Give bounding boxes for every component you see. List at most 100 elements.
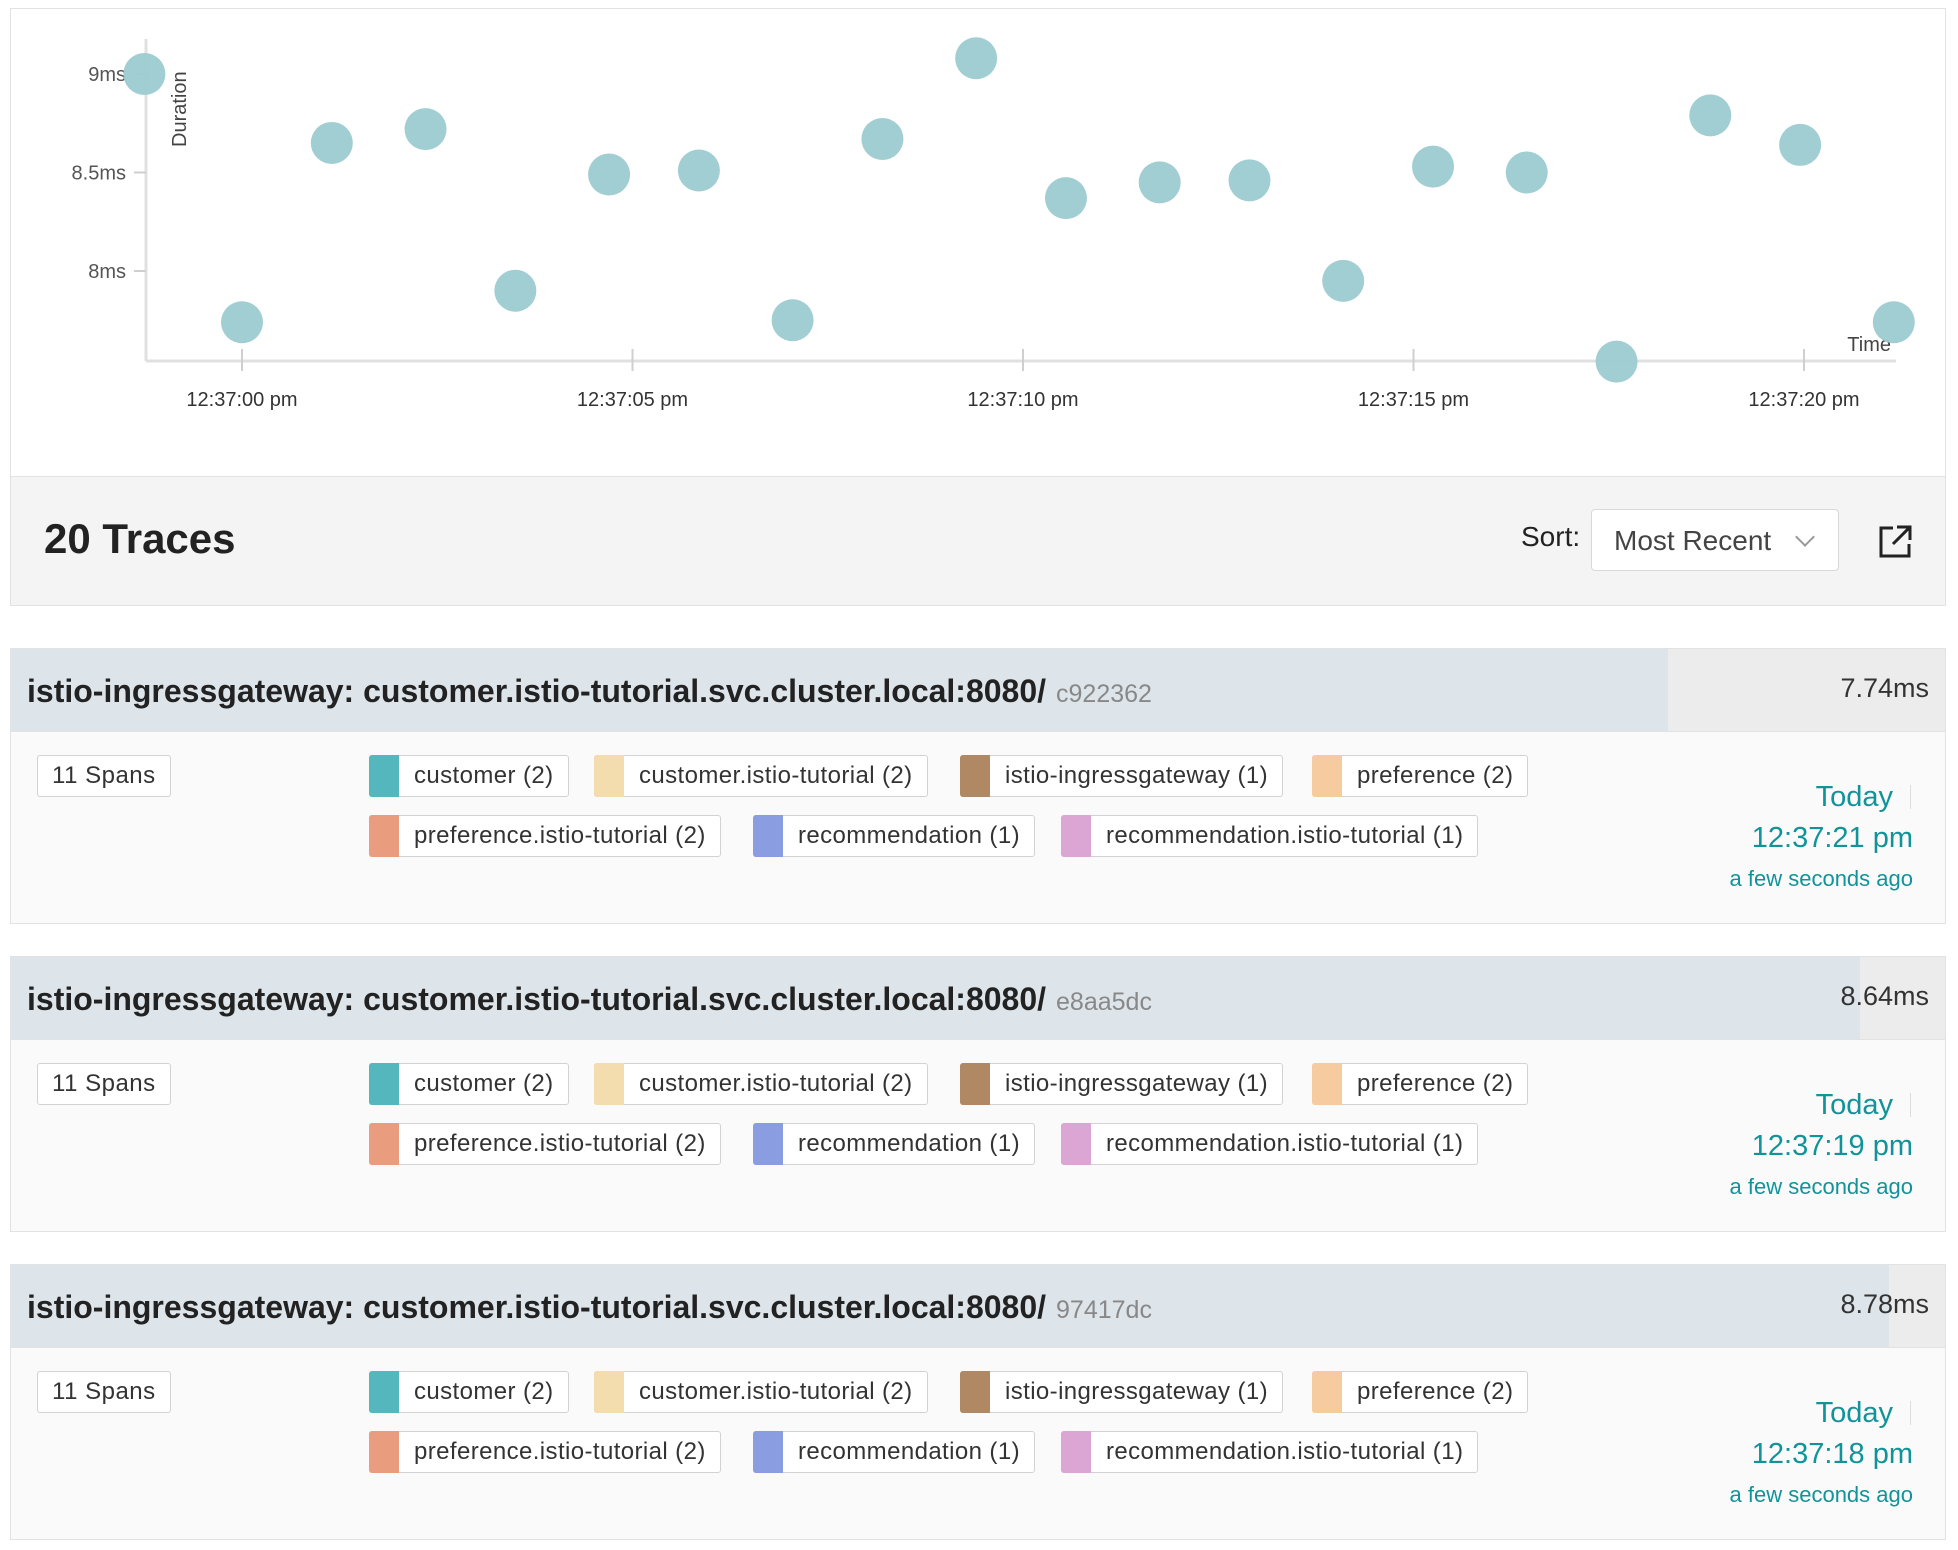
trace-duration: 8.64ms [1840,981,1929,1011]
trace-time: 12:37:19 pm [1751,1130,1913,1162]
service-color-swatch [960,1371,990,1413]
x-tick-label: 12:37:10 pm [967,389,1078,411]
service-tag-label: customer (2) [414,1070,554,1097]
trace-day: Today [1815,1397,1893,1429]
sort-select-value: Most Recent [1614,525,1772,556]
data-point [955,37,998,80]
data-point [1505,151,1548,194]
sort-select[interactable]: Most Recent [1591,509,1839,571]
service-tag: customer.istio-tutorial (2) [594,755,928,797]
chevron-down-icon [1795,527,1815,547]
trace-id: 97417dc [1056,1296,1152,1324]
service-tag: preference (2) [1312,755,1529,797]
service-tag-label: preference.istio-tutorial (2) [414,1438,706,1465]
service-tag-label: customer.istio-tutorial (2) [639,762,913,789]
trace-item[interactable]: istio-ingressgateway: customer.istio-tut… [10,956,1946,1232]
service-tag: preference (2) [1312,1063,1529,1105]
service-tag-label: recommendation (1) [798,822,1020,849]
service-tag: preference (2) [1312,1371,1529,1413]
y-axis-label: Duration [169,71,191,147]
service-tag-label: recommendation.istio-tutorial (1) [1106,822,1464,849]
service-tag-label: recommendation.istio-tutorial (1) [1106,1438,1464,1465]
scatter-plot-svg: 8ms 8.5ms 9ms 12:37:00 pm 12:37:05 pm 12:37:1… [72,37,1915,411]
trace-header[interactable]: istio-ingressgateway: customer.istio-tut… [11,649,1945,732]
trace-name: istio-ingressgateway: customer.istio-tut… [27,981,1047,1017]
trace-duration: 8.78ms [1840,1289,1929,1319]
service-color-swatch [369,1063,399,1105]
y-tick-label: 8.5ms [72,163,126,185]
trace-name: istio-ingressgateway: customer.istio-tut… [27,673,1047,709]
data-point [1322,259,1365,302]
service-tag-label: customer.istio-tutorial (2) [639,1070,913,1097]
service-color-swatch [753,1431,783,1473]
service-tag: customer.istio-tutorial (2) [594,1371,928,1413]
spans-count-badge: 11 Spans [37,755,171,797]
y-tick-label: 8ms [88,261,126,283]
service-tag: recommendation.istio-tutorial (1) [1061,815,1479,857]
open-external-icon[interactable] [1877,524,1913,560]
trace-time: 12:37:18 pm [1751,1438,1913,1470]
trace-title[interactable]: istio-ingressgateway: customer.istio-tut… [27,673,1152,710]
service-color-swatch [1312,1063,1342,1105]
trace-item[interactable]: istio-ingressgateway: customer.istio-tut… [10,648,1946,924]
sort-label: Sort: [1521,521,1581,552]
service-color-swatch [753,815,783,857]
divider [1910,785,1911,809]
trace-duration: 7.74ms [1840,673,1929,703]
data-point [123,53,166,95]
trace-header[interactable]: istio-ingressgateway: customer.istio-tut… [11,1265,1945,1348]
trace-title[interactable]: istio-ingressgateway: customer.istio-tut… [27,981,1152,1018]
service-color-swatch [1061,1123,1091,1165]
service-tag: preference.istio-tutorial (2) [369,1123,721,1165]
data-point [494,269,537,312]
trace-name: istio-ingressgateway: customer.istio-tut… [27,1289,1047,1325]
trace-relative-time: a few seconds ago [1729,1174,1913,1199]
service-tag: preference.istio-tutorial (2) [369,1431,721,1473]
service-color-swatch [960,1063,990,1105]
service-tag: customer (2) [369,755,569,797]
service-color-swatch [1312,1371,1342,1413]
service-tag: istio-ingressgateway (1) [960,755,1284,797]
service-tag-label: istio-ingressgateway (1) [1005,1378,1269,1405]
service-tag: customer.istio-tutorial (2) [594,1063,928,1105]
service-tag-label: customer (2) [414,1378,554,1405]
x-tick-label: 12:37:05 pm [577,389,688,411]
service-tag: recommendation (1) [753,1123,1035,1165]
traces-count: 20 Traces [44,515,236,562]
results-header: 20 Traces Sort: Most Recent [10,476,1946,606]
trace-relative-time: a few seconds ago [1729,1482,1913,1507]
service-tag: istio-ingressgateway (1) [960,1371,1284,1413]
service-tag-label: preference (2) [1357,1070,1514,1097]
duration-scatter-chart: 8ms 8.5ms 9ms 12:37:00 pm 12:37:05 pm 12:37:1… [10,8,1946,476]
data-point [1595,340,1638,383]
trace-time: 12:37:21 pm [1751,822,1913,854]
trace-title[interactable]: istio-ingressgateway: customer.istio-tut… [27,1289,1152,1326]
data-point [1138,161,1181,204]
service-tag-label: customer (2) [414,762,554,789]
trace-id: c922362 [1056,680,1152,708]
service-tag-label: recommendation (1) [798,1438,1020,1465]
data-point [771,299,814,342]
data-point [1228,159,1271,202]
data-point [1689,94,1732,137]
service-tag: customer (2) [369,1063,569,1105]
trace-day: Today [1815,781,1893,813]
data-point [1044,177,1087,220]
divider [1910,1093,1911,1117]
service-color-swatch [369,1123,399,1165]
x-tick-label: 12:37:00 pm [186,389,297,411]
service-tag-label: preference (2) [1357,762,1514,789]
trace-relative-time: a few seconds ago [1729,866,1913,891]
service-color-swatch [1312,755,1342,797]
x-tick-label: 12:37:20 pm [1748,389,1859,411]
service-color-swatch [369,1371,399,1413]
trace-header[interactable]: istio-ingressgateway: customer.istio-tut… [11,957,1945,1040]
trace-item[interactable]: istio-ingressgateway: customer.istio-tut… [10,1264,1946,1540]
service-tag: recommendation (1) [753,815,1035,857]
data-point [677,149,720,192]
service-tag-label: preference.istio-tutorial (2) [414,1130,706,1157]
service-color-swatch [369,755,399,797]
service-color-swatch [1061,815,1091,857]
service-color-swatch [1061,1431,1091,1473]
data-point [1779,123,1822,166]
